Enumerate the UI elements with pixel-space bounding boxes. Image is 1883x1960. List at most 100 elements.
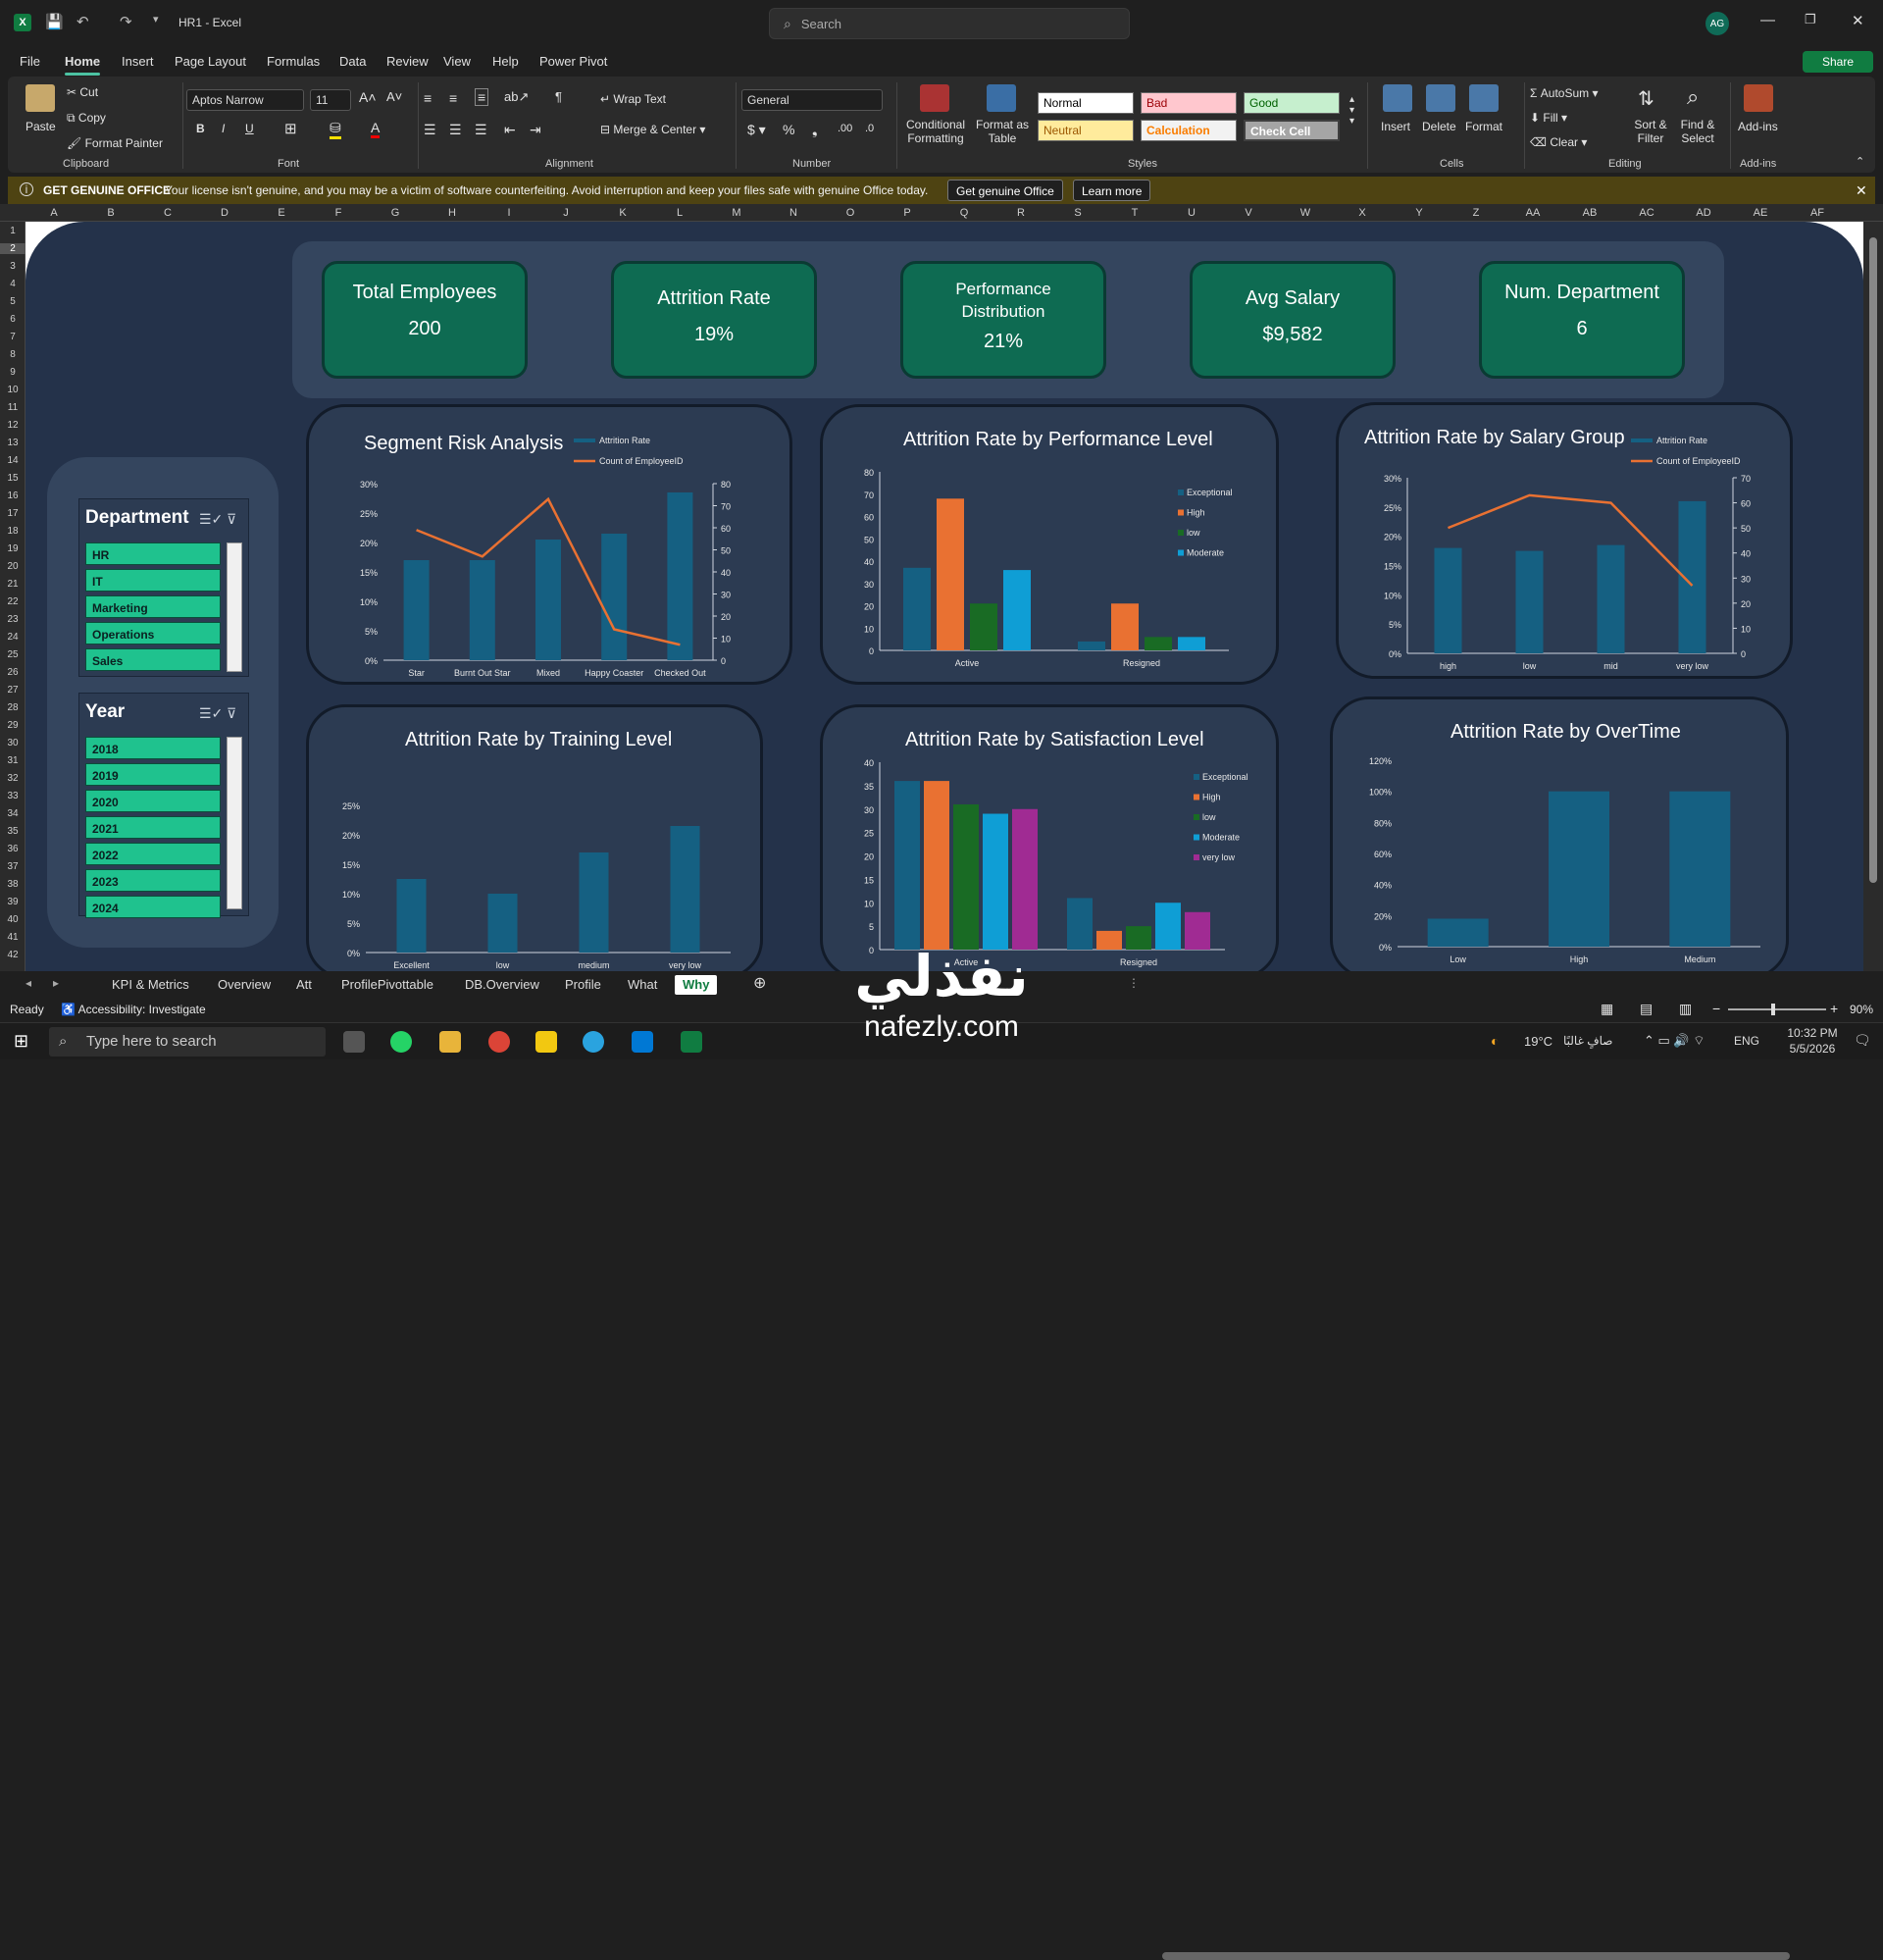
- file-explorer-icon[interactable]: [439, 1031, 461, 1053]
- column-header[interactable]: G: [367, 207, 424, 219]
- row-header[interactable]: 29: [0, 720, 25, 731]
- column-header[interactable]: AB: [1561, 207, 1618, 219]
- slicer-item[interactable]: Marketing: [85, 595, 221, 618]
- font-name-select[interactable]: Aptos Narrow: [186, 89, 304, 111]
- paste-icon[interactable]: [25, 84, 55, 112]
- menu-help[interactable]: Help: [492, 54, 519, 69]
- sort-filter-icon[interactable]: ⇅: [1638, 86, 1654, 111]
- next-sheet-icon[interactable]: ▸: [53, 976, 59, 990]
- row-header[interactable]: 41: [0, 932, 25, 943]
- multi-select-icon[interactable]: ☰✓: [199, 511, 223, 528]
- slicer-item[interactable]: IT: [85, 569, 221, 592]
- learn-more-button[interactable]: Learn more: [1073, 180, 1150, 201]
- row-header[interactable]: 16: [0, 490, 25, 501]
- taskbar-search[interactable]: Type here to search: [49, 1027, 326, 1057]
- bold-icon[interactable]: B: [196, 122, 205, 135]
- row-header[interactable]: 21: [0, 579, 25, 590]
- row-header[interactable]: 6: [0, 314, 25, 325]
- row-header[interactable]: 39: [0, 897, 25, 907]
- fill-button[interactable]: ⬇ Fill ▾: [1530, 111, 1567, 125]
- whatsapp-icon[interactable]: [390, 1031, 412, 1053]
- menu-insert[interactable]: Insert: [122, 54, 154, 69]
- decrease-font-icon[interactable]: A˅: [386, 89, 402, 104]
- increase-indent-icon[interactable]: ⇥: [530, 122, 541, 138]
- avatar[interactable]: AG: [1705, 12, 1729, 35]
- vertical-scrollbar[interactable]: [1863, 222, 1883, 971]
- number-format-select[interactable]: General: [741, 89, 883, 111]
- slicer-item[interactable]: 2020: [85, 790, 221, 812]
- column-header[interactable]: C: [139, 207, 196, 219]
- menu-page-layout[interactable]: Page Layout: [175, 54, 246, 69]
- redo-icon[interactable]: ↷: [120, 13, 132, 30]
- style-neutral[interactable]: Neutral: [1038, 120, 1134, 141]
- merge-center-button[interactable]: ⊟ Merge & Center ▾: [600, 123, 705, 136]
- slicer-item[interactable]: Sales: [85, 648, 221, 671]
- addins-button[interactable]: Add-ins: [1738, 120, 1778, 133]
- menu-data[interactable]: Data: [339, 54, 366, 69]
- slicer-item[interactable]: 2023: [85, 869, 221, 892]
- menu-view[interactable]: View: [443, 54, 471, 69]
- close-banner-icon[interactable]: ✕: [1856, 182, 1867, 199]
- column-header[interactable]: AF: [1789, 207, 1846, 219]
- column-header[interactable]: T: [1106, 207, 1163, 219]
- underline-icon[interactable]: U: [245, 122, 254, 135]
- find-select-icon[interactable]: ⌕: [1687, 84, 1699, 110]
- row-header[interactable]: 19: [0, 543, 25, 554]
- minimize-icon[interactable]: —: [1760, 12, 1775, 28]
- font-color-icon[interactable]: A: [371, 120, 380, 138]
- column-header[interactable]: H: [424, 207, 481, 219]
- row-header[interactable]: 26: [0, 667, 25, 678]
- task-view-icon[interactable]: [343, 1031, 365, 1053]
- align-top-icon[interactable]: ≡: [424, 90, 432, 106]
- row-header[interactable]: 20: [0, 561, 25, 572]
- align-left-icon[interactable]: ☰: [424, 122, 436, 138]
- column-header[interactable]: R: [992, 207, 1049, 219]
- vscode-icon[interactable]: [632, 1031, 653, 1053]
- row-header[interactable]: 1: [0, 226, 25, 236]
- conditional-formatting-icon[interactable]: [920, 84, 949, 112]
- column-header[interactable]: Q: [936, 207, 992, 219]
- clock-time[interactable]: 10:32 PM: [1781, 1026, 1844, 1040]
- row-header[interactable]: 27: [0, 685, 25, 696]
- format-as-table-button[interactable]: Format as Table: [975, 118, 1030, 145]
- row-header[interactable]: 38: [0, 879, 25, 890]
- column-header[interactable]: M: [708, 207, 765, 219]
- slicer-item[interactable]: 2019: [85, 763, 221, 786]
- column-header[interactable]: F: [310, 207, 367, 219]
- align-middle-icon[interactable]: ≡: [449, 90, 457, 106]
- find-select-button[interactable]: Find & Select: [1675, 118, 1720, 145]
- row-header[interactable]: 7: [0, 332, 25, 342]
- column-header[interactable]: B: [82, 207, 139, 219]
- column-header[interactable]: A: [25, 207, 82, 219]
- autosum-button[interactable]: Σ AutoSum ▾: [1530, 86, 1598, 100]
- row-header[interactable]: 37: [0, 861, 25, 872]
- sheet-tab[interactable]: ProfilePivottable: [341, 975, 433, 995]
- conditional-formatting-button[interactable]: Conditional Formatting: [904, 118, 967, 145]
- search-box[interactable]: ⌕Search: [769, 8, 1130, 39]
- language-indicator[interactable]: ENG: [1734, 1034, 1759, 1048]
- clear-filter-icon[interactable]: ⊽: [227, 511, 236, 528]
- increase-font-icon[interactable]: A˄: [359, 89, 377, 105]
- row-header[interactable]: 40: [0, 914, 25, 925]
- row-header[interactable]: 10: [0, 385, 25, 395]
- sheet-tab[interactable]: Why: [675, 975, 717, 995]
- wrap-text-button[interactable]: ↵ Wrap Text: [600, 92, 666, 106]
- style-calculation[interactable]: Calculation: [1141, 120, 1237, 141]
- column-header[interactable]: P: [879, 207, 936, 219]
- chrome-icon[interactable]: [488, 1031, 510, 1053]
- column-header[interactable]: J: [537, 207, 594, 219]
- multi-select-icon[interactable]: ☰✓: [199, 705, 223, 722]
- row-header[interactable]: 18: [0, 526, 25, 537]
- format-cells-icon[interactable]: [1469, 84, 1499, 112]
- paste-button[interactable]: Paste: [25, 120, 56, 133]
- italic-icon[interactable]: I: [222, 122, 225, 135]
- worksheet[interactable]: Total Employees 200 Attrition Rate 19% P…: [25, 222, 1863, 971]
- row-header[interactable]: 12: [0, 420, 25, 431]
- column-header[interactable]: S: [1049, 207, 1106, 219]
- column-header[interactable]: K: [594, 207, 651, 219]
- column-header[interactable]: AE: [1732, 207, 1789, 219]
- row-header[interactable]: 8: [0, 349, 25, 360]
- sheet-tab[interactable]: What: [628, 975, 657, 995]
- row-header[interactable]: 14: [0, 455, 25, 466]
- row-header[interactable]: 31: [0, 755, 25, 766]
